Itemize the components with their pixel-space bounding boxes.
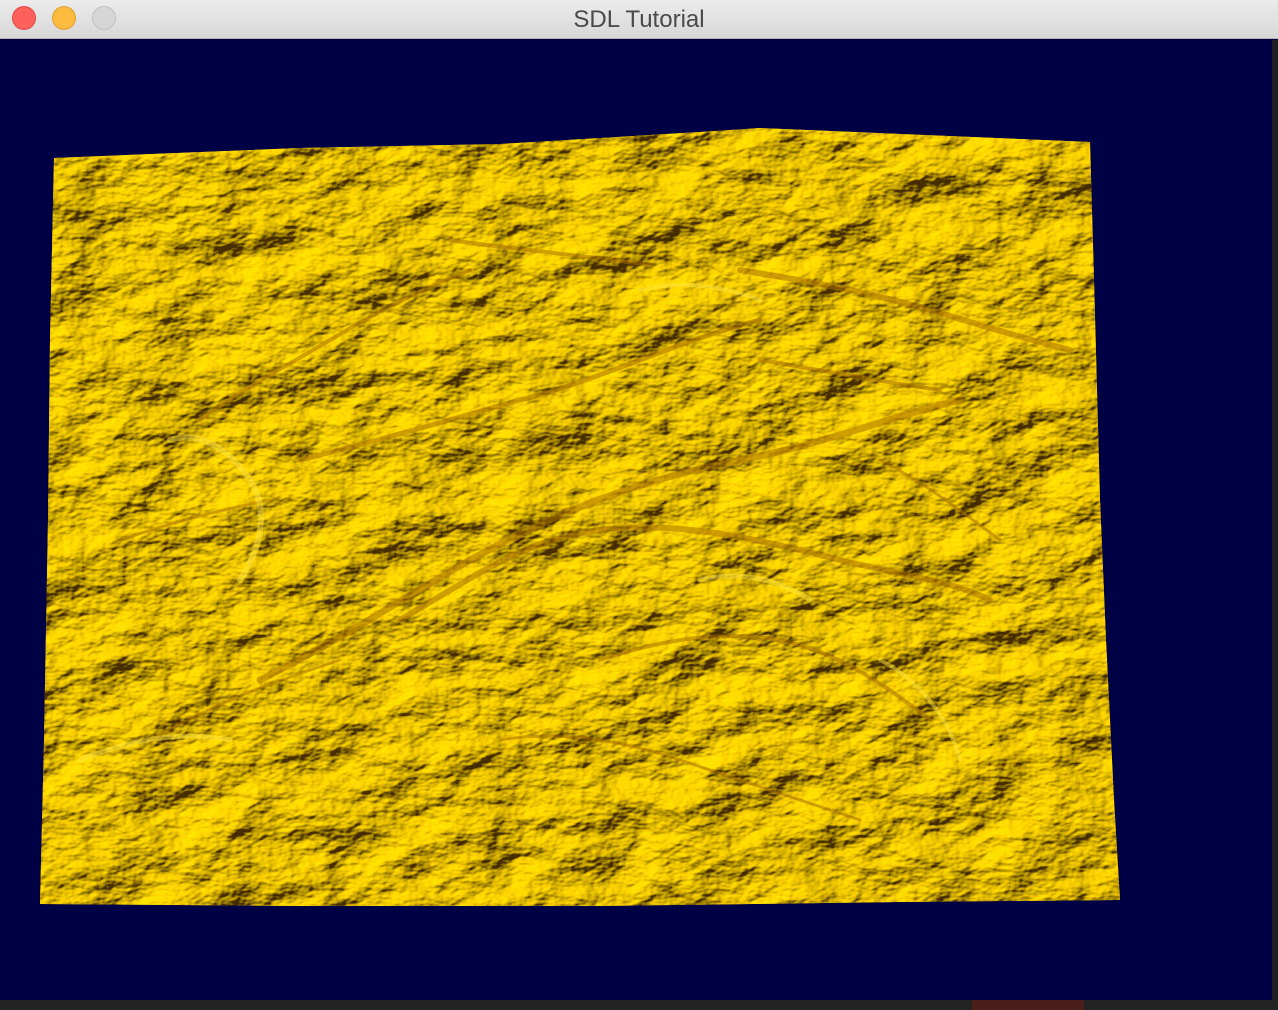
window-title: SDL Tutorial bbox=[573, 6, 705, 33]
sdl-window: SDL Tutorial bbox=[0, 0, 1278, 1000]
dock-thumbnail bbox=[972, 1000, 1084, 1010]
terrain-render bbox=[40, 128, 1120, 906]
terrain-relief bbox=[40, 128, 1120, 906]
window-edge bbox=[1272, 40, 1278, 1000]
desktop-strip bbox=[0, 1000, 1278, 1010]
render-viewport[interactable] bbox=[0, 40, 1278, 1000]
title-bar[interactable]: SDL Tutorial bbox=[0, 0, 1278, 39]
